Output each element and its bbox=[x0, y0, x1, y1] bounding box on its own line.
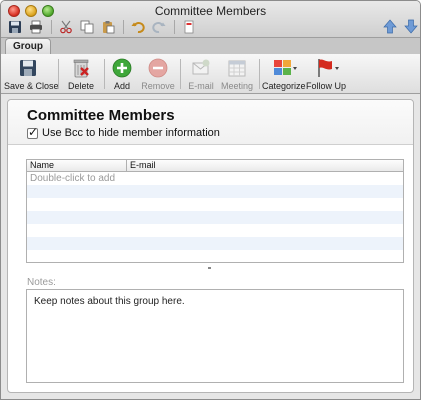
group-name-field[interactable]: Committee Members bbox=[27, 107, 175, 124]
follow-up-button[interactable]: Follow Up bbox=[306, 54, 346, 94]
group-header: Committee Members Use Bcc to hide member… bbox=[8, 100, 413, 145]
members-table[interactable]: Name E-mail Double-click to add bbox=[26, 159, 404, 263]
members-table-header: Name E-mail bbox=[27, 160, 403, 172]
categorize-button[interactable]: Categorize bbox=[262, 54, 306, 94]
contact-group-window: Committee Members Group Save & Close Del… bbox=[0, 0, 421, 400]
email-icon bbox=[190, 57, 212, 79]
notes-field[interactable]: Keep notes about this group here. bbox=[26, 289, 404, 383]
table-row[interactable] bbox=[27, 211, 403, 224]
trash-icon bbox=[70, 57, 92, 79]
window-title: Committee Members bbox=[154, 4, 267, 18]
save-close-icon bbox=[17, 57, 39, 79]
group-editor: Committee Members Use Bcc to hide member… bbox=[7, 99, 414, 393]
arrow-down-icon[interactable] bbox=[403, 19, 419, 35]
tab-group[interactable]: Group bbox=[5, 38, 51, 55]
bcc-option[interactable]: Use Bcc to hide member information bbox=[27, 125, 220, 139]
save-and-close-button[interactable]: Save & Close bbox=[4, 54, 59, 94]
title-bar: Committee Members bbox=[1, 1, 420, 37]
email-button[interactable]: E-mail bbox=[185, 54, 217, 94]
table-row[interactable] bbox=[27, 185, 403, 198]
undo-icon[interactable] bbox=[130, 19, 146, 35]
notes-label: Notes: bbox=[27, 277, 56, 288]
remove-icon bbox=[147, 57, 169, 79]
flag-icon bbox=[314, 57, 339, 79]
add-icon bbox=[111, 57, 133, 79]
column-header-email[interactable]: E-mail bbox=[127, 160, 403, 171]
table-row[interactable] bbox=[27, 237, 403, 250]
remove-member-button[interactable]: Remove bbox=[141, 54, 175, 94]
add-member-placeholder-row[interactable]: Double-click to add bbox=[27, 172, 403, 185]
add-member-button[interactable]: Add bbox=[109, 54, 135, 94]
bcc-label: Use Bcc to hide member information bbox=[42, 127, 220, 139]
copy-icon[interactable] bbox=[79, 19, 95, 35]
quick-access-toolbar bbox=[7, 18, 202, 35]
save-icon[interactable] bbox=[7, 19, 23, 35]
ribbon-separator bbox=[180, 59, 181, 89]
cut-icon[interactable] bbox=[58, 19, 74, 35]
arrow-up-icon[interactable] bbox=[382, 19, 398, 35]
ribbon: Save & Close Delete Add Remove E-mail Me… bbox=[1, 54, 420, 94]
ribbon-tab-strip: Group bbox=[1, 37, 420, 55]
toolbar-separator bbox=[123, 19, 124, 34]
ribbon-separator bbox=[104, 59, 105, 89]
categorize-icon bbox=[272, 57, 297, 79]
ribbon-separator bbox=[58, 59, 59, 89]
calendar-icon bbox=[226, 57, 248, 79]
print-icon[interactable] bbox=[28, 19, 44, 35]
paste-icon[interactable] bbox=[100, 19, 116, 35]
ribbon-separator bbox=[259, 59, 260, 89]
toolbar-separator bbox=[51, 19, 52, 34]
table-row[interactable] bbox=[27, 224, 403, 237]
note-icon[interactable] bbox=[181, 19, 197, 35]
bcc-checkbox[interactable] bbox=[27, 125, 38, 139]
table-row[interactable] bbox=[27, 198, 403, 211]
redo-icon[interactable] bbox=[151, 19, 167, 35]
meeting-button[interactable]: Meeting bbox=[219, 54, 255, 94]
delete-button[interactable]: Delete bbox=[64, 54, 98, 94]
column-header-name[interactable]: Name bbox=[27, 160, 127, 171]
navigation-arrows bbox=[382, 18, 420, 35]
splitter-handle[interactable] bbox=[208, 267, 211, 269]
table-row[interactable] bbox=[27, 250, 403, 262]
toolbar-separator bbox=[174, 19, 175, 34]
